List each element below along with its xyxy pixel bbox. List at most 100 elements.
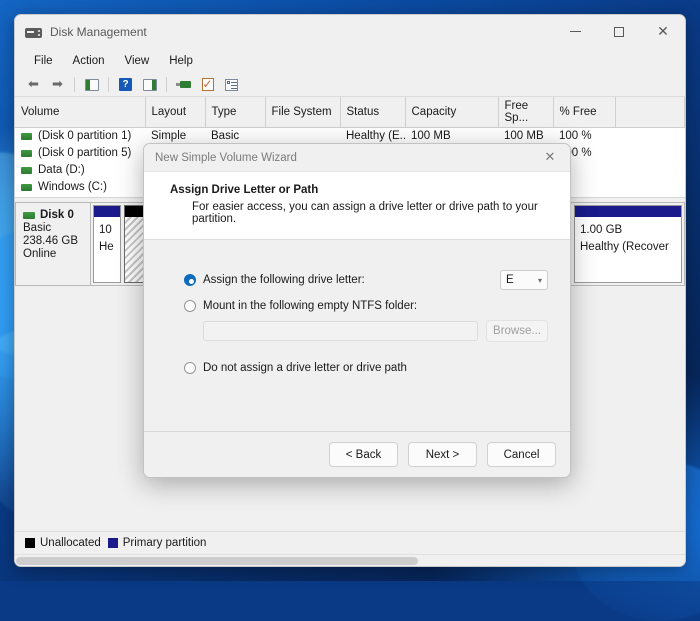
forward-icon: ➡ (52, 77, 63, 92)
maximize-icon (614, 26, 624, 37)
column-header-filler (615, 97, 685, 128)
column-header-status[interactable]: Status (340, 97, 406, 128)
wizard-title: New Simple Volume Wizard (155, 151, 297, 164)
menu-file[interactable]: File (25, 52, 62, 70)
partition-block[interactable]: 10 He (93, 205, 121, 283)
wizard-heading: Assign Drive Letter or Path (170, 184, 319, 196)
disk-kind: Basic (23, 222, 52, 234)
volume-icon (21, 183, 32, 191)
disk-management-window: Disk Management ✕ File Action View Help … (14, 14, 686, 567)
cell-volume: Data (D:) (15, 162, 145, 179)
disk-state: Online (23, 248, 57, 260)
column-header-percent-free[interactable]: % Free (553, 97, 616, 128)
back-button[interactable]: ⬅ (23, 75, 44, 94)
column-header-volume[interactable]: Volume (15, 97, 146, 128)
legend-item-primary-partition: Primary partition (107, 537, 207, 549)
cell-layout: Simple (151, 130, 187, 143)
partition-size: 10 (99, 224, 112, 236)
cell-volume: (Disk 0 partition 1) (15, 128, 145, 145)
cancel-button[interactable]: Cancel (487, 442, 556, 467)
radio-mount-ntfs-folder[interactable] (184, 300, 196, 312)
option-label-do-not-assign: Do not assign a drive letter or drive pa… (203, 362, 407, 374)
minimize-button[interactable] (553, 15, 597, 48)
option-label-assign-drive-letter: Assign the following drive letter: (203, 274, 365, 286)
legend-item-unallocated: Unallocated (25, 537, 101, 549)
cell-type: Basic (211, 130, 240, 143)
toolbar-separator (108, 77, 109, 92)
cell-status: Healthy (E... (346, 130, 405, 143)
column-header-capacity[interactable]: Capacity (405, 97, 499, 128)
toolbar-separator (74, 77, 75, 92)
cell-free-space: 100 MB (504, 130, 544, 143)
option-do-not-assign[interactable]: Do not assign a drive letter or drive pa… (184, 362, 548, 374)
rescan-disks-icon (176, 79, 191, 90)
disk-size: 238.46 GB (23, 235, 78, 247)
radio-assign-drive-letter[interactable] (184, 274, 196, 286)
maximize-button[interactable] (597, 15, 641, 48)
partition-type-bar (94, 206, 120, 217)
disk-header[interactable]: Disk 0 Basic 238.46 GB Online (15, 202, 90, 286)
volume-icon (21, 149, 32, 157)
next-button[interactable]: Next > (408, 442, 477, 467)
legend-label-primary-partition: Primary partition (122, 537, 207, 549)
mount-path-row: Browse... (203, 320, 548, 342)
drive-letter-select[interactable]: E ▾ (500, 270, 548, 290)
radio-do-not-assign[interactable] (184, 362, 196, 374)
disk-name: Disk 0 (40, 209, 74, 221)
help-icon: ? (119, 78, 132, 91)
disk-drive-icon (25, 25, 42, 39)
option-mount-ntfs-folder[interactable]: Mount in the following empty NTFS folder… (184, 300, 548, 312)
column-header-layout[interactable]: Layout (145, 97, 206, 128)
wizard-close-button[interactable]: ✕ (530, 144, 570, 171)
toolbar-separator (166, 77, 167, 92)
column-header-free-space[interactable]: Free Sp... (498, 97, 554, 128)
browse-button[interactable]: Browse... (486, 320, 548, 342)
drive-letter-options: Assign the following drive letter: E ▾ M… (144, 270, 570, 374)
horizontal-scrollbar[interactable] (15, 554, 685, 566)
wizard-body: Assign the following drive letter: E ▾ M… (144, 240, 570, 431)
mount-path-input[interactable] (203, 321, 478, 341)
details-list-button[interactable] (221, 75, 242, 94)
column-header-type[interactable]: Type (205, 97, 266, 128)
toolbar: ⬅ ➡ ? (15, 73, 685, 97)
wizard-header: Assign Drive Letter or Path For easier a… (144, 171, 570, 240)
forward-button[interactable]: ➡ (47, 75, 68, 94)
partition-type-bar (575, 206, 681, 217)
cell-volume: Windows (C:) (15, 179, 145, 196)
rescan-disks-button[interactable] (173, 75, 194, 94)
close-button[interactable]: ✕ (641, 15, 685, 48)
menu-view[interactable]: View (116, 52, 159, 70)
table-row[interactable]: (Disk 0 partition 1) Simple Basic Health… (15, 128, 685, 145)
minimize-icon (569, 31, 581, 32)
volume-icon (21, 166, 32, 174)
legend-swatch-primary-partition (107, 538, 118, 548)
menu-help[interactable]: Help (160, 52, 202, 70)
show-action-pane-button[interactable] (139, 75, 160, 94)
back-button[interactable]: < Back (329, 442, 398, 467)
partition-block[interactable]: 1.00 GB Healthy (Recover (574, 205, 682, 283)
wizard-titlebar: New Simple Volume Wizard ✕ (144, 144, 570, 171)
window-controls: ✕ (553, 15, 685, 48)
volume-icon (21, 132, 32, 140)
cell-volume: (Disk 0 partition 5) (15, 145, 145, 162)
close-icon: ✕ (544, 150, 556, 165)
help-button[interactable]: ? (115, 75, 136, 94)
chevron-down-icon: ▾ (537, 275, 542, 285)
option-label-mount-ntfs-folder: Mount in the following empty NTFS folder… (203, 300, 418, 312)
show-hide-console-tree-button[interactable] (81, 75, 102, 94)
partition-info: 1.00 GB Healthy (Recover (575, 217, 681, 282)
scrollbar-thumb[interactable] (16, 557, 418, 565)
cell-percent-free: 100 % (559, 130, 592, 143)
column-header-file-system[interactable]: File System (265, 97, 341, 128)
volume-table-header-row: Volume Layout Type File System Status Ca… (15, 97, 685, 128)
details-list-icon (225, 78, 238, 91)
properties-button[interactable] (197, 75, 218, 94)
show-action-pane-icon (142, 78, 157, 91)
legend-label-unallocated: Unallocated (40, 537, 101, 549)
wizard-subheading: For easier access, you can assign a driv… (192, 201, 538, 225)
menu-action[interactable]: Action (64, 52, 114, 70)
legend: Unallocated Primary partition (15, 531, 685, 554)
option-assign-drive-letter[interactable]: Assign the following drive letter: E ▾ (184, 270, 548, 290)
window-titlebar: Disk Management ✕ (15, 15, 685, 48)
back-icon: ⬅ (28, 77, 39, 92)
